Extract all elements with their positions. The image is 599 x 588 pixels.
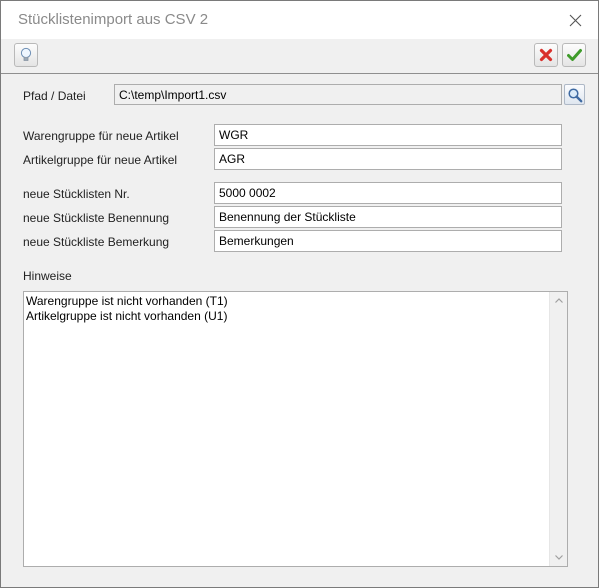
bom-number-label: neue Stücklisten Nr. [23, 187, 130, 201]
lightbulb-icon [20, 47, 32, 61]
close-button[interactable] [552, 1, 598, 39]
article-group-label: Artikelgruppe für neue Artikel [23, 153, 178, 167]
browse-button[interactable] [564, 84, 585, 105]
import-dialog: Stücklistenimport aus CSV 2 Pfad / Datei… [0, 0, 599, 588]
ok-button[interactable] [562, 43, 586, 67]
notes-label: Hinweise [23, 269, 72, 283]
notes-box[interactable]: Warengruppe ist nicht vorhanden (T1) Art… [23, 291, 568, 567]
scroll-up-button[interactable] [550, 292, 567, 309]
title-bar: Stücklistenimport aus CSV 2 [1, 1, 598, 39]
green-check-icon [566, 49, 582, 61]
bom-remark-label: neue Stückliste Bemerkung [23, 235, 170, 249]
article-group-field[interactable] [214, 148, 562, 170]
bom-remark-field[interactable] [214, 230, 562, 252]
notes-text: Warengruppe ist nicht vorhanden (T1) Art… [26, 294, 228, 323]
info-button[interactable] [14, 43, 38, 67]
product-group-field[interactable] [214, 124, 562, 146]
magnifier-icon [567, 87, 582, 102]
red-x-icon [539, 48, 553, 62]
toolbar [1, 39, 598, 74]
scroll-down-button[interactable] [550, 549, 567, 566]
bom-name-field[interactable] [214, 206, 562, 228]
notes-scrollbar[interactable] [549, 292, 567, 566]
bom-number-field[interactable] [214, 182, 562, 204]
bom-name-label: neue Stückliste Benennung [23, 211, 170, 225]
window-title: Stücklistenimport aus CSV 2 [18, 11, 209, 28]
cancel-button[interactable] [534, 43, 558, 67]
chevron-down-icon [554, 555, 563, 560]
path-field[interactable] [114, 84, 562, 105]
product-group-label: Warengruppe für neue Artikel [23, 129, 179, 143]
path-label: Pfad / Datei [23, 89, 86, 103]
close-icon [569, 14, 581, 26]
chevron-up-icon [554, 298, 563, 303]
